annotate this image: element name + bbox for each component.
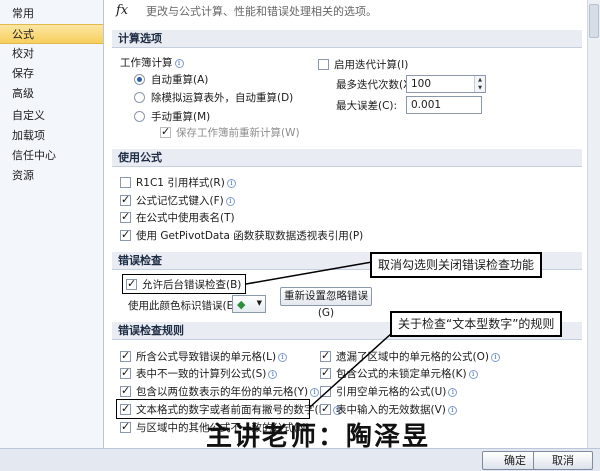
sidebar-item-customize[interactable]: 自定义 [0, 106, 103, 126]
info-icon: i [268, 370, 278, 379]
checkbox-rule-errors[interactable]: 所含公式导致错误的单元格(L)i [120, 349, 288, 364]
sidebar-item-trust-center[interactable]: 信任中心 [0, 146, 103, 166]
checkbox-rule-omit-cells[interactable]: 遗漏了区域中的单元格的公式(O)i [320, 349, 500, 364]
checkbox-rule-invalid-data[interactable]: 表中输入的无效数据(V)i [320, 402, 457, 417]
checkbox-getpivotdata[interactable]: 使用 GetPivotData 函数获取数据透视表引用(P) [120, 228, 363, 243]
callout-number-text-rule: 关于检查“文本型数字”的规则 [390, 311, 563, 337]
page-header: fx 更改与公式计算、性能和错误处理相关的选项。 [112, 0, 582, 22]
sidebar-item-proofing[interactable]: 校对 [0, 44, 103, 64]
max-iterations-input[interactable]: 100 ▲ ▼ [406, 75, 486, 93]
info-icon: i [490, 353, 500, 362]
error-color-label: 使用此颜色标识错误(E): [128, 300, 241, 312]
checkbox-icon[interactable] [120, 384, 131, 398]
sidebar-item-save[interactable]: 保存 [0, 64, 103, 84]
options-sidebar: 常用 公式 校对 保存 高级 自定义 加载项 信任中心 资源 [0, 0, 104, 448]
sidebar-item-resources[interactable]: 资源 [0, 166, 103, 186]
checkbox-icon[interactable] [120, 193, 131, 207]
info-icon: i [448, 388, 458, 397]
info-icon: i [447, 406, 457, 415]
max-change-input[interactable]: 0.001 [406, 96, 482, 114]
checkbox-icon[interactable] [320, 402, 331, 416]
checkbox-icon[interactable] [120, 366, 131, 380]
radio-manual[interactable]: 手动重算(M) [134, 110, 210, 124]
checkbox-icon[interactable] [120, 420, 131, 434]
radio-automatic-except-tables[interactable]: 除模拟运算表外，自动重算(D) [134, 91, 293, 105]
checkbox-icon[interactable] [120, 349, 131, 363]
checkbox-icon[interactable] [120, 177, 131, 188]
sidebar-item-addins[interactable]: 加载项 [0, 126, 103, 146]
section-title-formulas: 使用公式 [112, 149, 582, 167]
info-icon: i [310, 388, 320, 397]
checkbox-icon[interactable] [120, 210, 131, 224]
radio-automatic[interactable]: 自动重算(A) [134, 73, 208, 87]
dialog-footer: 确定 取消 [0, 448, 600, 471]
reset-ignored-errors-button[interactable]: 重新设置忽略错误(G) [280, 287, 372, 319]
scroll-thumb[interactable] [589, 4, 599, 38]
callout-disable-error-checking: 取消勾选则关闭错误检查功能 [370, 252, 543, 278]
paint-bucket-icon: ◆ [237, 298, 246, 311]
checkbox-recalc-before-save[interactable]: 保存工作簿前重新计算(W) [160, 125, 300, 140]
sidebar-item-common[interactable]: 常用 [0, 4, 103, 24]
checkbox-table-names[interactable]: 在公式中使用表名(T) [120, 210, 235, 225]
info-icon: i [278, 353, 288, 362]
fx-icon: fx [116, 3, 129, 18]
error-color-picker[interactable]: ◆ ▼ [232, 295, 266, 313]
options-main-panel: fx 更改与公式计算、性能和错误处理相关的选项。 计算选项 工作簿计算 i 自动重… [104, 0, 587, 448]
chevron-down-icon: ▼ [256, 299, 262, 307]
checkbox-icon[interactable] [318, 59, 329, 70]
max-change-label: 最大误差(C): [336, 100, 398, 112]
checkbox-rule-inconsistent-column[interactable]: 表中不一致的计算列公式(S)i [120, 366, 278, 381]
checkbox-icon[interactable] [320, 349, 331, 363]
info-icon: i [468, 370, 478, 379]
highlight-box-background-check [122, 274, 246, 294]
checkbox-rule-two-digit-years[interactable]: 包含以两位数表示的年份的单元格(Y)i [120, 384, 320, 399]
radio-button-icon[interactable] [134, 111, 145, 122]
info-icon: i [174, 59, 184, 68]
section-title-calculation: 计算选项 [112, 30, 582, 48]
workbook-calc-label: 工作簿计算 i [120, 56, 184, 70]
checkbox-icon[interactable] [160, 125, 171, 139]
vertical-scrollbar[interactable] [587, 0, 600, 448]
spinner-icon[interactable]: ▲ ▼ [474, 76, 485, 92]
sidebar-item-formulas[interactable]: 公式 [0, 24, 103, 44]
checkbox-iterative-calc[interactable]: 启用迭代计算(I) [318, 58, 408, 72]
radio-button-icon[interactable] [134, 74, 145, 85]
checkbox-icon[interactable] [120, 228, 131, 242]
info-icon: i [225, 197, 235, 206]
checkbox-r1c1[interactable]: R1C1 引用样式(R) i [120, 176, 236, 190]
checkbox-formula-autocomplete[interactable]: 公式记忆式键入(F)i [120, 193, 235, 208]
info-icon: i [226, 179, 236, 188]
checkbox-icon[interactable] [320, 386, 331, 397]
checkbox-rule-empty-cells[interactable]: 引用空单元格的公式(U) i [320, 385, 458, 399]
checkbox-icon[interactable] [320, 366, 331, 380]
cancel-button[interactable]: 取消 [533, 451, 593, 470]
sidebar-item-advanced[interactable]: 高级 [0, 84, 103, 104]
page-description: 更改与公式计算、性能和错误处理相关的选项。 [146, 5, 377, 18]
radio-button-icon[interactable] [134, 92, 145, 103]
checkbox-rule-unlocked-cells[interactable]: 包含公式的未锁定单元格(K)i [320, 366, 478, 381]
